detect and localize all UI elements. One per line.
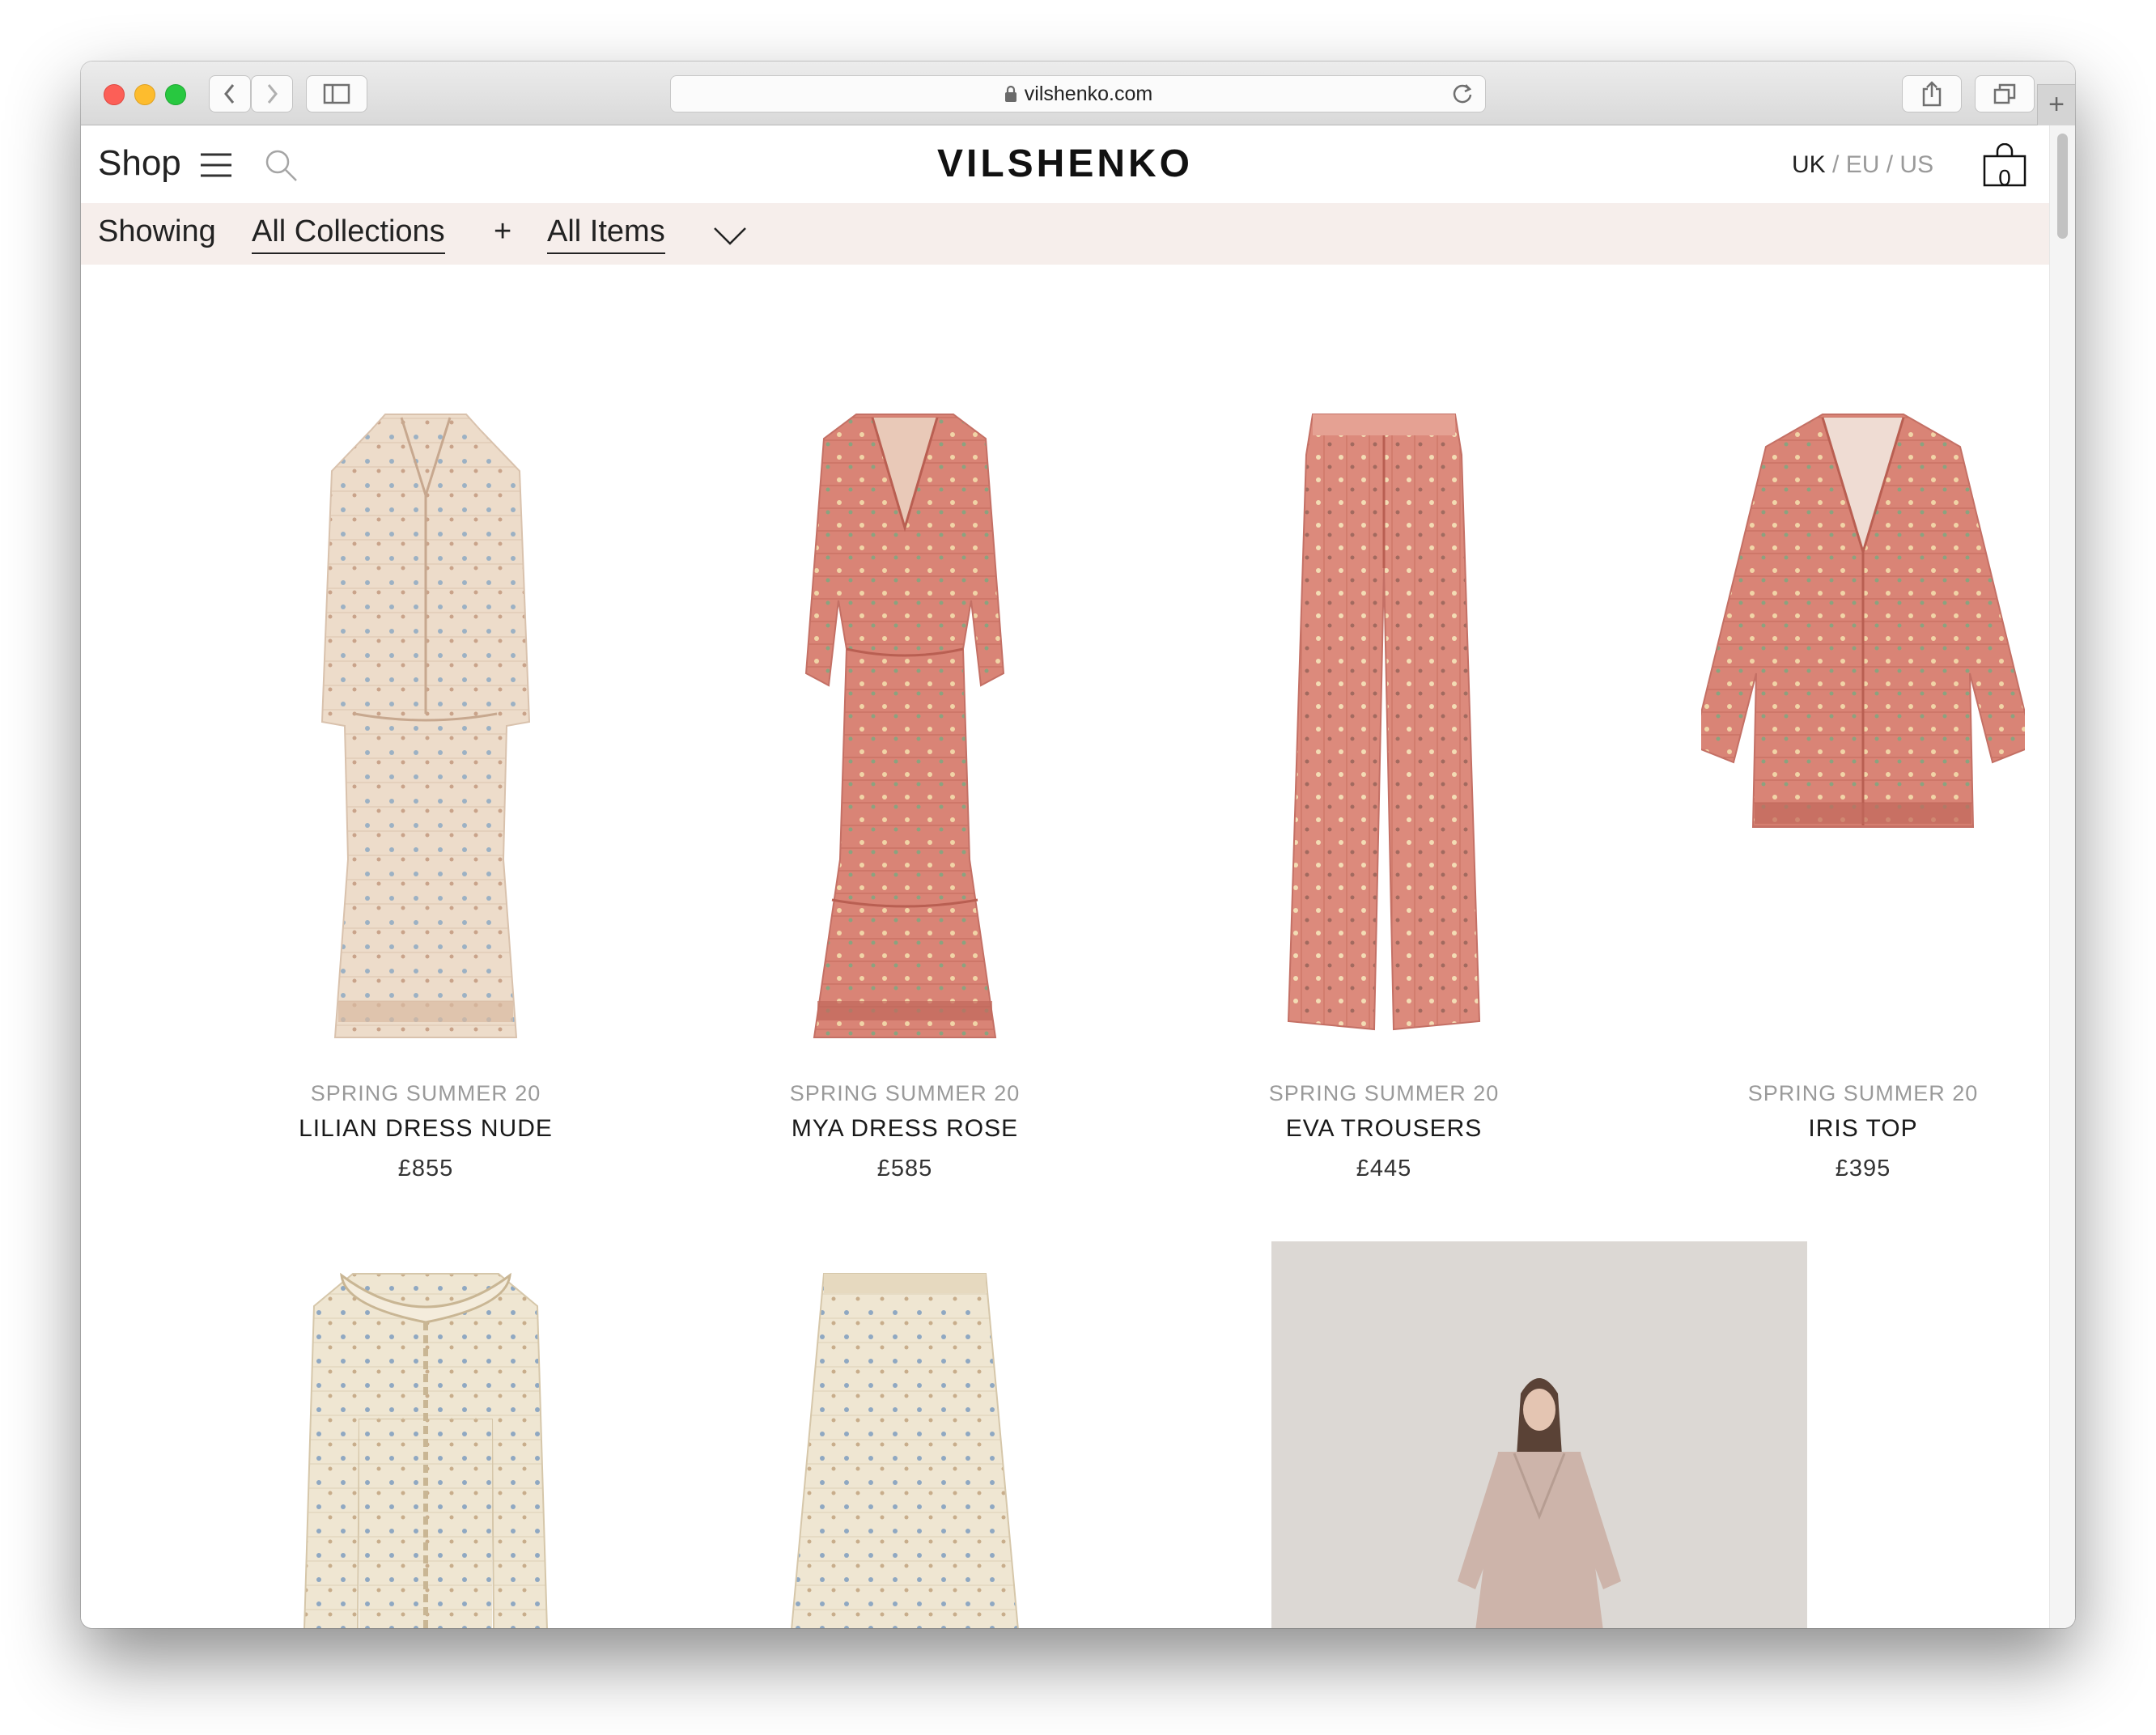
- product-card[interactable]: SPRING SUMMER 20 MYA DRESS ROSE £585: [743, 406, 1067, 1248]
- address-text: vilshenko.com: [671, 76, 1485, 112]
- product-name[interactable]: LILIAN DRESS NUDE: [264, 1115, 588, 1143]
- tab-overview-button[interactable]: [1975, 75, 2035, 112]
- cart-count: 0: [1998, 165, 2011, 190]
- chevron-down-icon[interactable]: [712, 226, 748, 247]
- product-image-cream-skirt: [791, 1273, 1019, 1628]
- web-page: Shop VILSHENKO UK / EU / US 0 Showing Al…: [81, 125, 2075, 1628]
- url-label: vilshenko.com: [1024, 83, 1153, 105]
- browser-window: vilshenko.com + Shop VILSHENKO UK / EU /…: [81, 62, 2075, 1628]
- lock-icon: [1004, 85, 1016, 102]
- model-photo: [1271, 1241, 1807, 1628]
- page-scrollbar[interactable]: [2049, 125, 2075, 1628]
- region-us[interactable]: US: [1899, 151, 1933, 178]
- back-button[interactable]: [209, 75, 251, 112]
- region-separator: /: [1879, 151, 1900, 178]
- editorial-lookbook-image[interactable]: [1271, 1241, 1807, 1628]
- region-eu[interactable]: EU: [1846, 151, 1880, 178]
- zoom-window-button[interactable]: [165, 84, 186, 105]
- browser-toolbar: vilshenko.com +: [81, 62, 2075, 125]
- region-uk[interactable]: UK: [1792, 151, 1826, 178]
- site-header: Shop VILSHENKO UK / EU / US 0: [81, 125, 2049, 203]
- product-image-iris-top: [1701, 414, 2025, 828]
- product-price: £445: [1356, 1156, 1412, 1181]
- product-card[interactable]: SPRING SUMMER 20 LILIAN DRESS NUDE £855: [264, 406, 588, 1248]
- chevron-left-icon: [224, 84, 235, 104]
- region-selector: UK / EU / US: [1792, 151, 1933, 179]
- product-image-lilian-dress: [320, 414, 531, 1038]
- product-collection: SPRING SUMMER 20: [310, 1081, 541, 1105]
- product-collection: SPRING SUMMER 20: [789, 1081, 1021, 1105]
- share-icon: [1922, 81, 1942, 107]
- item-type-filter[interactable]: All Items: [547, 214, 665, 254]
- product-name[interactable]: EVA TROUSERS: [1222, 1115, 1546, 1143]
- forward-button[interactable]: [251, 75, 293, 112]
- brand-logo[interactable]: VILSHENKO: [81, 142, 2049, 186]
- product-card[interactable]: [743, 1258, 1067, 1628]
- filter-joiner: +: [494, 214, 512, 248]
- showing-label: Showing: [98, 214, 216, 248]
- collection-filter[interactable]: All Collections: [252, 214, 445, 254]
- filter-bar: Showing All Collections + All Items: [81, 203, 2049, 265]
- product-image-mya-dress: [804, 414, 1005, 1038]
- tabs-icon: [1993, 83, 2016, 104]
- product-card[interactable]: SPRING SUMMER 20 EVA TROUSERS £445: [1222, 406, 1546, 1248]
- address-bar[interactable]: vilshenko.com: [670, 75, 1486, 112]
- product-name[interactable]: IRIS TOP: [1701, 1115, 2025, 1143]
- product-collection: SPRING SUMMER 20: [1268, 1081, 1500, 1105]
- chevron-right-icon: [267, 84, 278, 104]
- close-window-button[interactable]: [104, 84, 125, 105]
- product-card[interactable]: [264, 1258, 588, 1628]
- product-image-cream-blouse: [303, 1272, 548, 1628]
- product-price: £585: [876, 1156, 933, 1181]
- share-button[interactable]: [1902, 75, 1962, 112]
- product-collection: SPRING SUMMER 20: [1747, 1081, 1979, 1105]
- product-image-eva-trousers: [1287, 414, 1481, 1031]
- sidebar-toggle-button[interactable]: [306, 75, 367, 112]
- product-price: £855: [397, 1156, 454, 1181]
- product-price: £395: [1835, 1156, 1891, 1181]
- sidebar-icon: [323, 83, 350, 104]
- scrollbar-thumb[interactable]: [2057, 134, 2068, 239]
- reload-icon[interactable]: [1451, 83, 1474, 105]
- product-card[interactable]: SPRING SUMMER 20 IRIS TOP £395: [1701, 406, 2025, 1248]
- new-tab-button[interactable]: +: [2037, 84, 2075, 125]
- product-name[interactable]: MYA DRESS ROSE: [743, 1115, 1067, 1143]
- minimize-window-button[interactable]: [134, 84, 155, 105]
- region-separator: /: [1825, 151, 1846, 178]
